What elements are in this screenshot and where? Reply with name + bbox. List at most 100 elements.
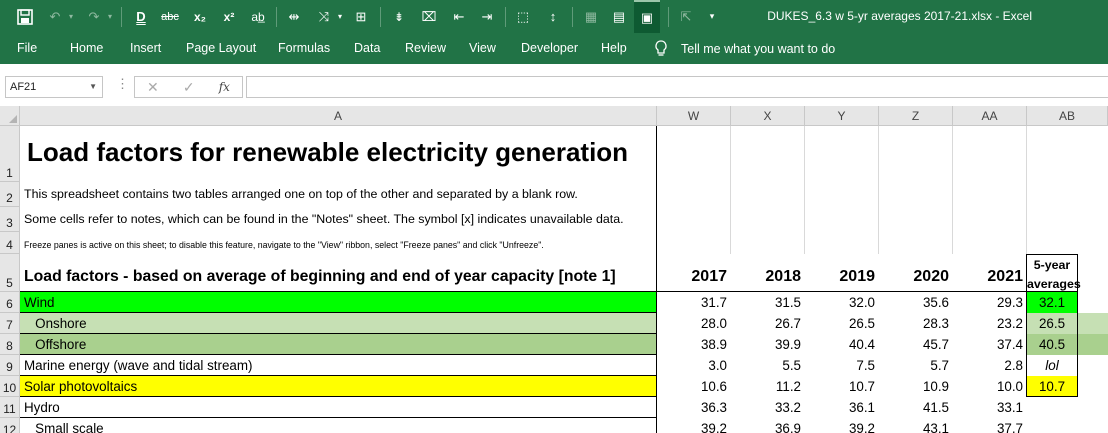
avg-header-line-1[interactable]: 5-year: [1027, 256, 1077, 274]
value-cell[interactable]: 36.9: [731, 418, 805, 433]
value-cell[interactable]: 31.7: [657, 292, 731, 313]
year-header-2019[interactable]: 2019: [805, 266, 879, 288]
value-cell[interactable]: 3.0: [657, 355, 731, 376]
value-cell[interactable]: 45.7: [879, 334, 953, 355]
row-header-3[interactable]: 3: [0, 207, 20, 232]
more-options-icon[interactable]: ⋮: [116, 76, 129, 92]
avg-header-line-2[interactable]: averages: [1027, 276, 1081, 292]
value-cell[interactable]: 23.2: [953, 313, 1027, 334]
cancel-icon[interactable]: ✕: [147, 79, 159, 96]
value-cell[interactable]: 41.5: [879, 397, 953, 418]
value-cell[interactable]: 39.2: [805, 418, 879, 433]
row-label-solar[interactable]: Solar photovoltaics: [24, 376, 137, 397]
row-label-small-scale[interactable]: Small scale: [24, 418, 103, 433]
avg-value-cell[interactable]: lol: [1027, 355, 1077, 376]
row-header-7[interactable]: 7: [0, 313, 20, 334]
value-cell[interactable]: 5.5: [731, 355, 805, 376]
tab-page-layout[interactable]: Page Layout: [186, 33, 256, 64]
value-cell[interactable]: 39.9: [731, 334, 805, 355]
value-cell[interactable]: 37.4: [953, 334, 1027, 355]
value-cell[interactable]: 10.6: [657, 376, 731, 397]
value-cell[interactable]: 26.5: [805, 313, 879, 334]
tab-home[interactable]: Home: [70, 33, 103, 64]
value-cell[interactable]: 28.0: [657, 313, 731, 334]
tab-review[interactable]: Review: [405, 33, 446, 64]
value-cell[interactable]: 36.3: [657, 397, 731, 418]
row-label-wind[interactable]: Wind: [24, 292, 55, 313]
row-label-marine[interactable]: Marine energy (wave and tidal stream): [24, 355, 252, 376]
column-header-a[interactable]: A: [20, 106, 657, 126]
row-header-8[interactable]: 8: [0, 334, 20, 355]
row-header-11[interactable]: 11: [0, 397, 20, 418]
tab-file[interactable]: File: [17, 33, 37, 64]
value-cell[interactable]: 33.2: [731, 397, 805, 418]
row-label-hydro[interactable]: Hydro: [24, 397, 60, 418]
insert-function-icon[interactable]: fx: [219, 80, 230, 94]
avg-value-cell[interactable]: 26.5: [1027, 313, 1077, 334]
row-header-6[interactable]: 6: [0, 292, 20, 313]
value-cell[interactable]: 11.2: [731, 376, 805, 397]
year-header-2020[interactable]: 2020: [879, 266, 953, 288]
value-cell[interactable]: 10.9: [879, 376, 953, 397]
value-cell[interactable]: 5.7: [879, 355, 953, 376]
row-header-10[interactable]: 10: [0, 376, 20, 397]
value-cell[interactable]: 29.3: [953, 292, 1027, 313]
enter-icon[interactable]: ✓: [183, 79, 195, 96]
tab-insert[interactable]: Insert: [130, 33, 161, 64]
worksheet-grid[interactable]: A W X Y Z AA AB 1 2 3 4 5 6 7 8 9 10 11 …: [0, 106, 1108, 433]
row-header-5[interactable]: 5: [0, 254, 20, 292]
row-header-4[interactable]: 4: [0, 232, 20, 254]
tab-formulas[interactable]: Formulas: [278, 33, 330, 64]
year-header-2021[interactable]: 2021: [953, 266, 1027, 288]
column-header-ab[interactable]: AB: [1027, 106, 1108, 126]
ribbon-tabs: File Home Insert Page Layout Formulas Da…: [0, 33, 1108, 64]
tab-view[interactable]: View: [469, 33, 496, 64]
tab-help[interactable]: Help: [601, 33, 627, 64]
intro-line-2[interactable]: Some cells refer to notes, which can be …: [24, 207, 624, 232]
value-cell[interactable]: 33.1: [953, 397, 1027, 418]
value-cell[interactable]: 32.0: [805, 292, 879, 313]
avg-value-cell[interactable]: 10.7: [1027, 376, 1077, 397]
row-label-onshore[interactable]: Onshore: [24, 313, 86, 334]
column-header-aa[interactable]: AA: [953, 106, 1027, 126]
value-cell[interactable]: 36.1: [805, 397, 879, 418]
value-cell[interactable]: 38.9: [657, 334, 731, 355]
value-cell[interactable]: 35.6: [879, 292, 953, 313]
column-header-y[interactable]: Y: [805, 106, 879, 126]
tab-developer[interactable]: Developer: [521, 33, 578, 64]
table-header[interactable]: Load factors - based on average of begin…: [24, 266, 616, 288]
intro-line-1[interactable]: This spreadsheet contains two tables arr…: [24, 182, 578, 207]
chevron-down-icon[interactable]: ▼: [89, 77, 97, 97]
column-header-w[interactable]: W: [657, 106, 731, 126]
value-cell[interactable]: 43.1: [879, 418, 953, 433]
value-cell[interactable]: 26.7: [731, 313, 805, 334]
formula-input[interactable]: [246, 76, 1108, 98]
value-cell[interactable]: 2.8: [953, 355, 1027, 376]
value-cell[interactable]: 28.3: [879, 313, 953, 334]
value-cell[interactable]: 31.5: [731, 292, 805, 313]
sheet-title[interactable]: Load factors for renewable electricity g…: [27, 136, 628, 168]
row-label-offshore[interactable]: Offshore: [24, 334, 86, 355]
column-header-x[interactable]: X: [731, 106, 805, 126]
border: [20, 312, 657, 313]
select-all-corner[interactable]: [0, 106, 20, 126]
value-cell[interactable]: 7.5: [805, 355, 879, 376]
row-header-2[interactable]: 2: [0, 182, 20, 207]
row-header-9[interactable]: 9: [0, 355, 20, 376]
value-cell[interactable]: 37.7: [953, 418, 1027, 433]
tell-me-search[interactable]: Tell me what you want to do: [654, 33, 835, 64]
row-header-1[interactable]: 1: [0, 126, 20, 182]
column-header-z[interactable]: Z: [879, 106, 953, 126]
name-box[interactable]: AF21 ▼: [5, 76, 103, 98]
avg-value-cell[interactable]: 32.1: [1027, 292, 1077, 313]
value-cell[interactable]: 39.2: [657, 418, 731, 433]
value-cell[interactable]: 10.7: [805, 376, 879, 397]
avg-value-cell[interactable]: 40.5: [1027, 334, 1077, 355]
tab-data[interactable]: Data: [354, 33, 380, 64]
row-header-12[interactable]: 12: [0, 418, 20, 433]
year-header-2018[interactable]: 2018: [731, 266, 805, 288]
intro-line-3[interactable]: Freeze panes is active on this sheet; to…: [24, 234, 544, 256]
value-cell[interactable]: 10.0: [953, 376, 1027, 397]
value-cell[interactable]: 40.4: [805, 334, 879, 355]
year-header-2017[interactable]: 2017: [657, 266, 731, 288]
